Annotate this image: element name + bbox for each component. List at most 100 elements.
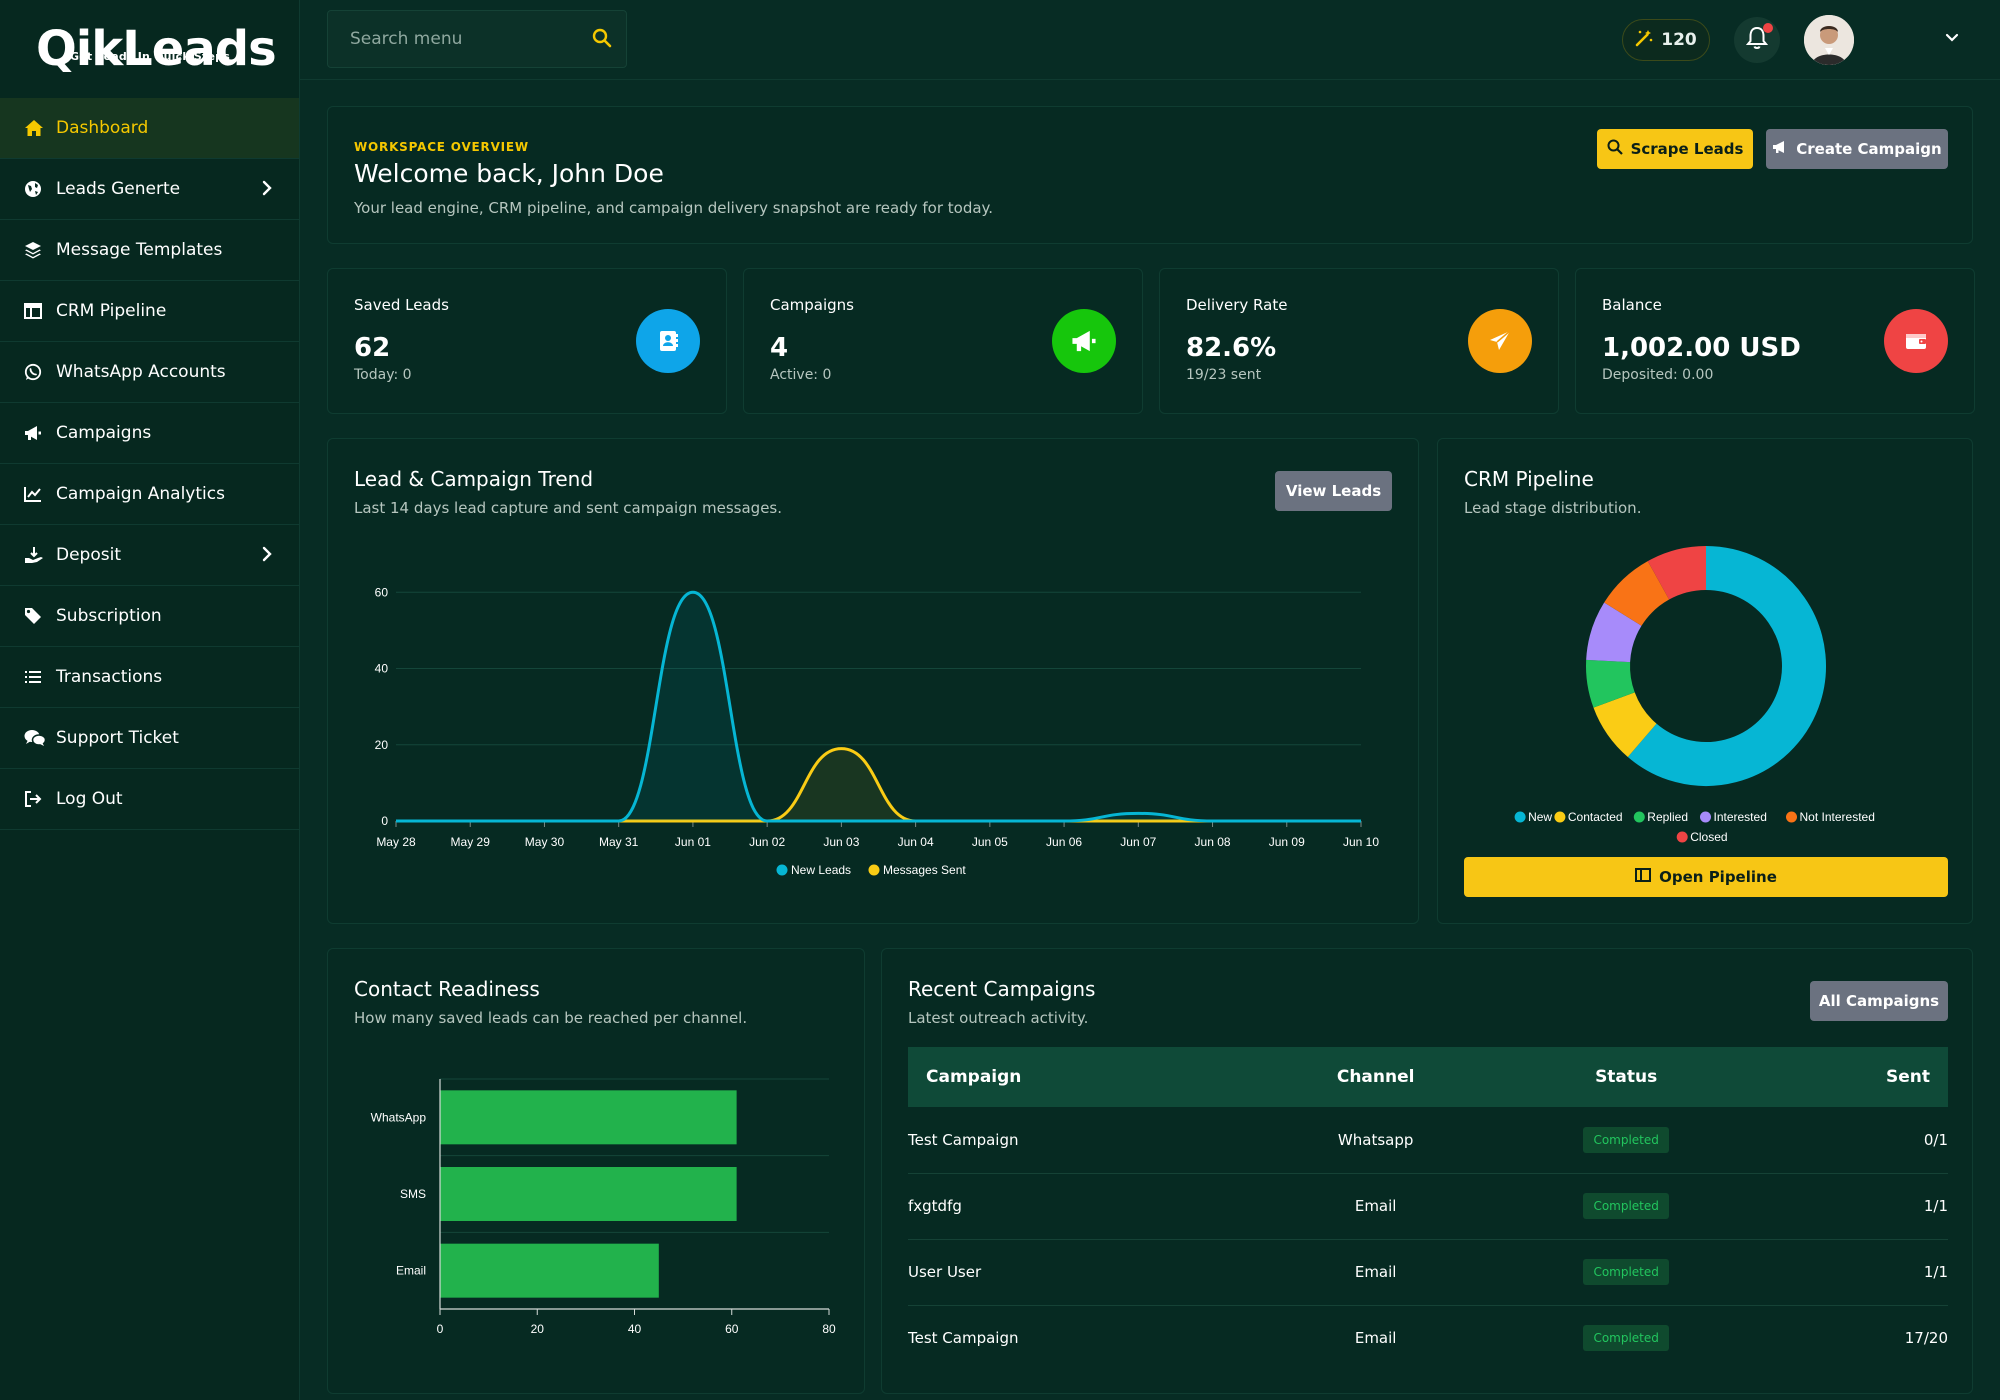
sidebar-item-campaigns[interactable]: Campaigns (0, 403, 299, 464)
stat-subtext: Active: 0 (770, 367, 832, 383)
stat-value: 82.6% (1186, 333, 1277, 363)
megaphone-icon (1052, 309, 1116, 373)
search-input[interactable]: Search menu (327, 10, 627, 68)
sidebar-item-support-ticket[interactable]: Support Ticket (0, 708, 299, 769)
legend-label: New Leads (791, 863, 851, 877)
sidebar-item-crm-pipeline[interactable]: CRM Pipeline (0, 281, 299, 342)
sidebar-item-whatsapp-accounts[interactable]: WhatsApp Accounts (0, 342, 299, 403)
paper-plane-icon (1468, 309, 1532, 373)
search-icon[interactable] (592, 28, 612, 53)
stat-card-saved-leads: Saved Leads 62 Today: 0 (327, 268, 727, 414)
topbar: Search menu 120 (300, 0, 2000, 80)
open-pipeline-button[interactable]: Open Pipeline (1464, 857, 1948, 897)
globe-icon (24, 180, 56, 198)
all-campaigns-label: All Campaigns (1818, 992, 1940, 1010)
sidebar-item-campaign-analytics[interactable]: Campaign Analytics (0, 464, 299, 525)
donut-slice-closed (1647, 546, 1707, 600)
x-tick-label: May 30 (525, 835, 565, 849)
stat-card-delivery-rate: Delivery Rate 82.6% 19/23 sent (1159, 268, 1559, 414)
chevron-down-icon[interactable] (1944, 30, 1960, 50)
bar-email (440, 1243, 659, 1298)
stat-subtext: Deposited: 0.00 (1602, 367, 1714, 383)
bar-whatsapp (440, 1090, 737, 1145)
column-header[interactable]: Campaign (908, 1047, 1256, 1107)
campaign-sent: 17/20 (1904, 1329, 1948, 1348)
recent-subtitle: Latest outreach activity. (908, 1009, 1089, 1027)
bar-sms (440, 1167, 737, 1221)
x-tick-label: Jun 03 (823, 835, 859, 849)
sidebar-item-label: Campaign Analytics (56, 484, 225, 504)
table-row[interactable]: Test Campaign Email Completed 17/20 (908, 1305, 1948, 1371)
sidebar-item-label: WhatsApp Accounts (56, 362, 226, 382)
chart-line-icon (24, 486, 56, 502)
stat-subtext: Today: 0 (354, 367, 412, 383)
scrape-leads-button[interactable]: Scrape Leads (1597, 129, 1753, 169)
sidebar-item-label: Log Out (56, 789, 123, 809)
brand-tagline: Get Leads In Quick Steps (70, 50, 230, 63)
search-icon (1607, 139, 1623, 159)
y-tick-label: SMS (400, 1187, 426, 1201)
sidebar-item-label: CRM Pipeline (56, 301, 167, 321)
user-avatar[interactable] (1804, 15, 1854, 65)
x-tick-label: May 28 (376, 835, 416, 849)
sidebar-item-leads-generte[interactable]: Leads Generte (0, 159, 299, 220)
create-campaign-button[interactable]: Create Campaign (1766, 129, 1948, 169)
sidebar-item-subscription[interactable]: Subscription (0, 586, 299, 647)
x-tick-label: Jun 01 (675, 835, 711, 849)
campaign-name: User User (908, 1239, 1257, 1306)
trend-line-chart: 0 20 40 60 May 28 May 29 May 30 May 31 Jun 01 Jun… (375, 585, 1380, 877)
credits-badge[interactable]: 120 (1622, 19, 1710, 61)
legend-swatch (1676, 831, 1688, 843)
notifications-button[interactable] (1734, 17, 1780, 63)
megaphone-icon (1772, 139, 1788, 159)
x-tick-label: Jun 07 (1120, 835, 1156, 849)
stat-value: 62 (354, 333, 391, 363)
legend-swatch (1633, 811, 1645, 823)
table-row[interactable]: Test Campaign Whatsapp Completed 0/1 (908, 1107, 1948, 1174)
campaign-name: Test Campaign (908, 1107, 1257, 1174)
sidebar-item-transactions[interactable]: Transactions (0, 647, 299, 708)
legend-label: New (1528, 810, 1552, 824)
legend-swatch (1786, 811, 1797, 823)
x-tick-label: Jun 08 (1195, 835, 1231, 849)
table-row[interactable]: fxgtdfg Email Completed 1/1 (908, 1173, 1948, 1240)
stat-label: Delivery Rate (1186, 296, 1288, 314)
x-tick-label: Jun 09 (1269, 835, 1305, 849)
x-tick-label: Jun 10 (1343, 835, 1379, 849)
trend-card: Lead & Campaign Trend Last 14 days lead … (327, 438, 1419, 924)
campaign-channel: Email (1256, 1239, 1495, 1306)
column-header[interactable]: Sent (1757, 1047, 1948, 1107)
all-campaigns-button[interactable]: All Campaigns (1810, 981, 1948, 1021)
sidebar-item-deposit[interactable]: Deposit (0, 525, 299, 586)
list-icon (24, 669, 56, 685)
wallet-icon (1884, 309, 1948, 373)
x-tick-label: 60 (725, 1322, 739, 1336)
table-row[interactable]: User User Email Completed 1/1 (908, 1239, 1948, 1306)
stat-value: 4 (770, 333, 789, 363)
y-tick-label: 20 (375, 738, 389, 752)
sidebar-item-label: Subscription (56, 606, 162, 626)
comments-icon (24, 729, 56, 747)
x-tick-label: Jun 02 (749, 835, 785, 849)
chevron-right-icon (261, 179, 273, 202)
status-cell: Completed (1494, 1239, 1758, 1306)
column-header[interactable]: Status (1495, 1047, 1758, 1107)
sidebar-item-label: Campaigns (56, 423, 152, 443)
brand-logo[interactable]: QikLeads Get Leads In Quick Steps (0, 0, 299, 98)
campaign-channel: Whatsapp (1256, 1107, 1495, 1174)
donut-slice-replied (1586, 659, 1636, 708)
pipeline-card: CRM Pipeline Lead stage distribution. Ne… (1437, 438, 1973, 924)
x-tick-label: May 29 (451, 835, 491, 849)
donut-slice-interested (1586, 602, 1642, 663)
status-badge: Completed (1583, 1325, 1669, 1352)
campaign-name: fxgtdfg (908, 1173, 1257, 1240)
stat-value: 1,002.00 USD (1602, 333, 1801, 363)
sidebar-item-dashboard[interactable]: Dashboard (0, 98, 299, 159)
y-tick-label: Email (396, 1264, 426, 1278)
legend-label: Interested (1714, 810, 1767, 824)
column-header[interactable]: Channel (1256, 1047, 1494, 1107)
sidebar-item-log-out[interactable]: Log Out (0, 769, 299, 830)
legend-swatch (868, 864, 880, 876)
sidebar-nav: Dashboard Leads Generte Message Templates C… (0, 98, 299, 830)
sidebar-item-message-templates[interactable]: Message Templates (0, 220, 299, 281)
